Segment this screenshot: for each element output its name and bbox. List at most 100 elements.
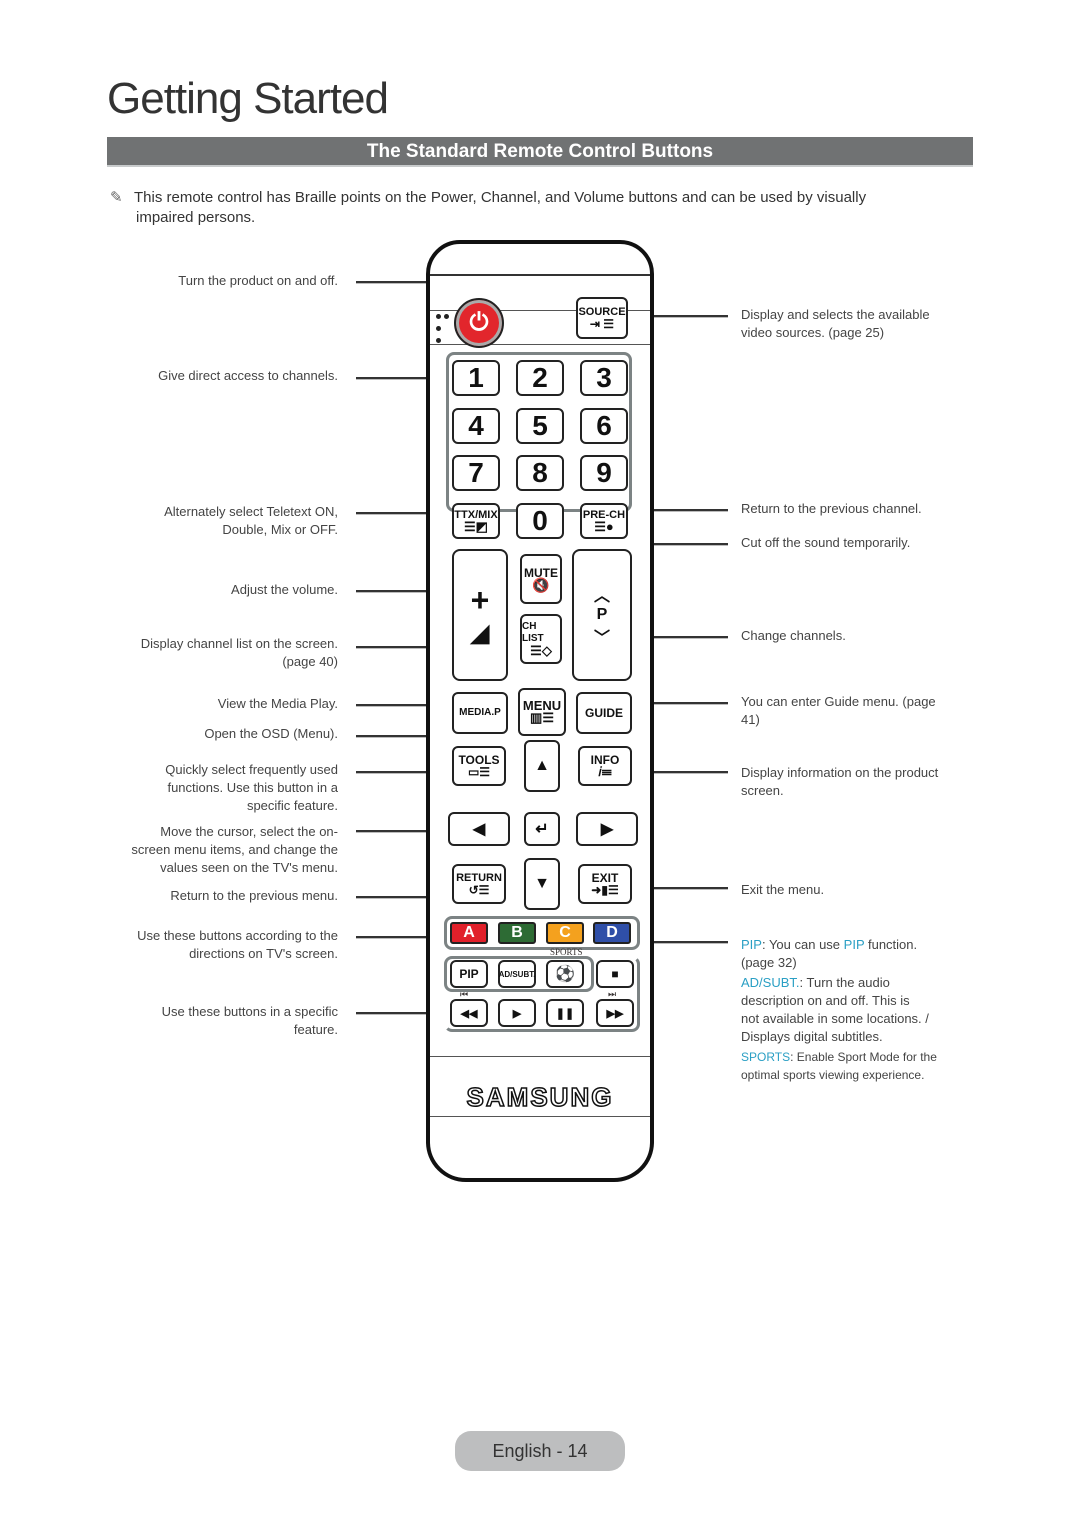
label-menu: Open the OSD (Menu). bbox=[204, 726, 338, 741]
remote-control: ⏻ SOURCE ⇥ ☰ 1 2 3 4 5 6 7 8 9 0 TTX/MIX… bbox=[426, 240, 654, 1182]
divider bbox=[430, 274, 650, 276]
pip-button[interactable]: PIP bbox=[450, 960, 488, 988]
channel-up-icon: ︿ bbox=[593, 588, 610, 605]
play-icon: ▶ bbox=[512, 1007, 522, 1020]
power-button[interactable]: ⏻ bbox=[454, 298, 504, 348]
volume-rocker[interactable]: + ◢ bbox=[452, 549, 508, 681]
label-sports: SPORTS: Enable Sport Mode for the optima… bbox=[741, 1050, 937, 1082]
mute-button[interactable]: MUTE 🔇 bbox=[520, 554, 562, 604]
exit-icon: ➜▮☰ bbox=[591, 883, 619, 897]
digit-0-button[interactable]: 0 bbox=[516, 503, 564, 539]
pause-icon: ❚❚ bbox=[555, 1007, 575, 1020]
divider bbox=[430, 1056, 650, 1057]
label-navigation: Move the cursor, select the on-screen me… bbox=[131, 824, 338, 875]
tools-icon: ▭☰ bbox=[467, 765, 491, 779]
digit-2-button[interactable]: 2 bbox=[516, 360, 564, 396]
stop-button[interactable]: ■ bbox=[596, 960, 634, 988]
enter-icon: ↵ bbox=[535, 821, 549, 838]
divider bbox=[430, 1116, 650, 1117]
guide-button[interactable]: GUIDE bbox=[576, 692, 632, 734]
digit-5-button[interactable]: 5 bbox=[516, 408, 564, 444]
digit-7-button[interactable]: 7 bbox=[452, 455, 500, 491]
arrow-left-icon: ◀ bbox=[472, 821, 486, 838]
power-icon: ⏻ bbox=[469, 309, 489, 336]
tools-button[interactable]: TOOLS ▭☰ bbox=[452, 746, 506, 786]
channel-list-icon: ☰◇ bbox=[530, 643, 552, 658]
divider bbox=[430, 344, 650, 345]
up-arrow-button[interactable]: ▲ bbox=[524, 740, 560, 792]
label-info: Display information on the product screen… bbox=[741, 765, 939, 798]
arrow-up-icon: ▲ bbox=[534, 757, 550, 774]
label-prech: Return to the previous channel. bbox=[741, 501, 922, 516]
sports-button[interactable]: ⚽ bbox=[546, 960, 584, 988]
channel-down-icon: ﹀ bbox=[593, 630, 610, 647]
label-number-keys: Give direct access to channels. bbox=[158, 368, 338, 383]
label-power: Turn the product on and off. bbox=[178, 273, 338, 288]
page-title: Getting Started bbox=[107, 74, 389, 123]
section-title: The Standard Remote Control Buttons bbox=[107, 137, 973, 167]
exit-button[interactable]: EXIT ➜▮☰ bbox=[578, 864, 632, 904]
label-return: Return to the previous menu. bbox=[170, 888, 338, 903]
down-arrow-button[interactable]: ▼ bbox=[524, 858, 560, 910]
channel-rocker[interactable]: ︿ P ﹀ bbox=[572, 549, 632, 681]
label-mute: Cut off the sound temporarily. bbox=[741, 535, 911, 550]
samsung-logo: SAMSUNG bbox=[466, 1081, 614, 1113]
braille-dot bbox=[436, 326, 441, 331]
mute-icon: 🔇 bbox=[532, 577, 550, 593]
label-chlist: Display channel list on the screen. (page… bbox=[140, 636, 338, 669]
label-adsubt: AD/SUBT.: Turn the audio description on … bbox=[741, 975, 929, 1044]
soccer-ball-icon: ⚽ bbox=[555, 966, 575, 983]
volume-up-icon: + bbox=[470, 582, 490, 618]
digit-9-button[interactable]: 9 bbox=[580, 455, 628, 491]
label-playback: Use these buttons in a specific feature. bbox=[161, 1004, 338, 1037]
menu-icon: ▥☰ bbox=[530, 710, 554, 725]
color-button-a[interactable]: A bbox=[450, 922, 488, 944]
color-button-d[interactable]: D bbox=[593, 922, 631, 944]
stop-icon: ■ bbox=[611, 967, 619, 981]
digit-6-button[interactable]: 6 bbox=[580, 408, 628, 444]
channel-p-label: P bbox=[596, 606, 608, 623]
pre-ch-button[interactable]: PRE-CH ☰● bbox=[580, 503, 628, 539]
fast-forward-icon: ▶▶ bbox=[606, 1007, 624, 1020]
volume-ramp-icon: ◢ bbox=[470, 620, 490, 647]
teletext-icon: ☰◩ bbox=[464, 519, 488, 534]
digit-1-button[interactable]: 1 bbox=[452, 360, 500, 396]
digit-4-button[interactable]: 4 bbox=[452, 408, 500, 444]
pencil-note-icon: ✎ bbox=[110, 189, 123, 206]
menu-button[interactable]: MENU ▥☰ bbox=[518, 688, 566, 736]
label-pip: PIP: You can use PIP function. (page 32) bbox=[741, 937, 918, 970]
braille-dot bbox=[436, 338, 441, 343]
ad-subt-button[interactable]: AD/SUBT. bbox=[498, 960, 536, 988]
braille-dot bbox=[436, 314, 441, 319]
media-p-button[interactable]: MEDIA.P bbox=[452, 692, 508, 734]
label-guide: You can enter Guide menu. (page 41) bbox=[741, 694, 936, 727]
left-arrow-button[interactable]: ◀ bbox=[448, 812, 510, 846]
braille-dot bbox=[444, 314, 449, 319]
label-channel: Change channels. bbox=[741, 628, 846, 643]
pause-button[interactable]: ❚❚ bbox=[546, 999, 584, 1027]
note-text-2: impaired persons. bbox=[136, 209, 256, 226]
digit-8-button[interactable]: 8 bbox=[516, 455, 564, 491]
right-arrow-button[interactable]: ▶ bbox=[576, 812, 638, 846]
label-source: Display and selects the available video s… bbox=[741, 307, 930, 340]
enter-button[interactable]: ↵ bbox=[524, 812, 560, 846]
ttx-mix-button[interactable]: TTX/MIX ☰◩ bbox=[452, 503, 500, 539]
info-button[interactable]: INFO 𝑖☰ bbox=[578, 746, 632, 786]
color-button-b[interactable]: B bbox=[498, 922, 536, 944]
source-button[interactable]: SOURCE ⇥ ☰ bbox=[576, 297, 628, 339]
rewind-button[interactable]: ◀◀ bbox=[450, 999, 488, 1027]
rewind-icon: ◀◀ bbox=[460, 1007, 478, 1020]
note-text: This remote control has Braille points o… bbox=[134, 189, 867, 206]
chlist-label: CH LIST bbox=[522, 621, 544, 644]
fast-forward-button[interactable]: ▶▶ bbox=[596, 999, 634, 1027]
braille-note: ✎ This remote control has Braille points … bbox=[110, 188, 960, 228]
return-button[interactable]: RETURN ↺☰ bbox=[452, 864, 506, 904]
arrow-down-icon: ▼ bbox=[534, 875, 550, 892]
play-button[interactable]: ▶ bbox=[498, 999, 536, 1027]
ch-list-button[interactable]: CH LIST ☰◇ bbox=[520, 614, 562, 664]
label-tools: Quickly select frequently used functions.… bbox=[165, 762, 338, 813]
label-mediap: View the Media Play. bbox=[217, 696, 338, 711]
label-volume: Adjust the volume. bbox=[231, 582, 338, 597]
color-button-c[interactable]: C bbox=[546, 922, 584, 944]
digit-3-button[interactable]: 3 bbox=[580, 360, 628, 396]
